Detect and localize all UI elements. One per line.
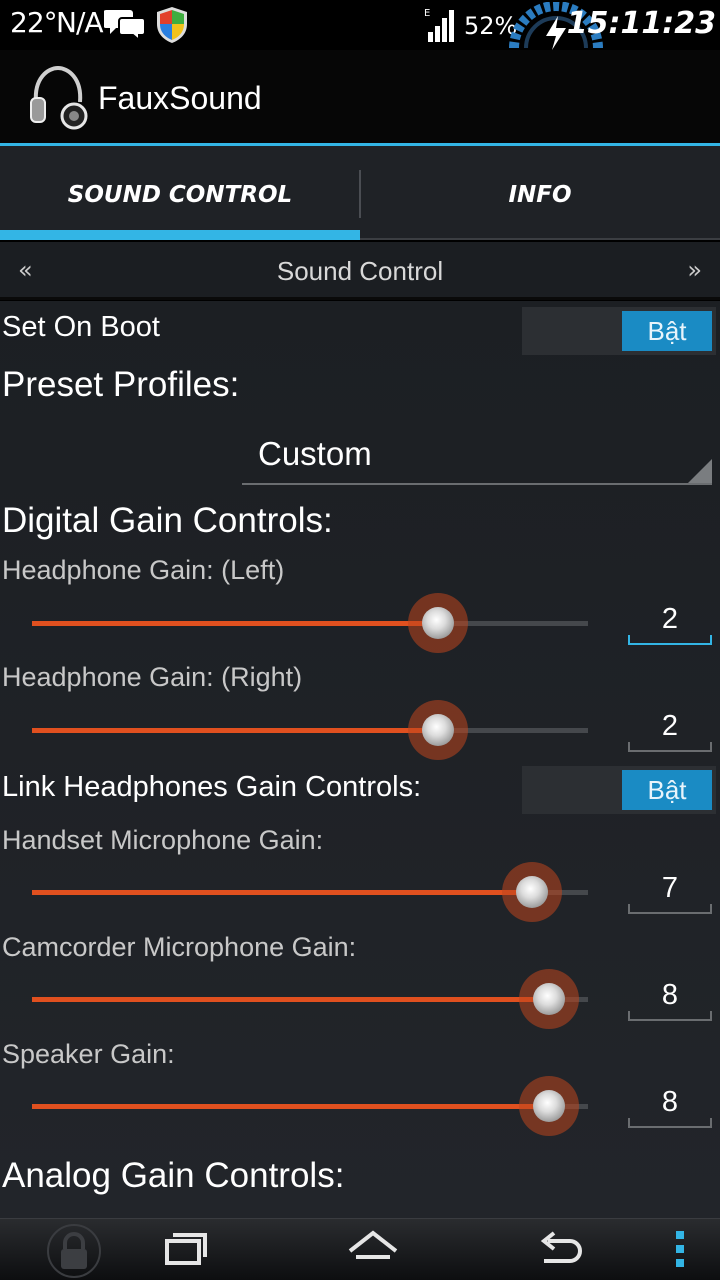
navigation-bar (0, 1218, 720, 1280)
analog-gain-heading: Analog Gain Controls: (2, 1156, 345, 1195)
slider-fill (32, 890, 532, 895)
headphone-left-value[interactable]: 2 (628, 599, 712, 645)
slider-fill (32, 621, 438, 626)
slider-fill (32, 1104, 549, 1109)
set-on-boot-toggle-on: Bật (622, 311, 712, 351)
spinner-arrow-icon (688, 459, 712, 483)
tab-bar: SOUND CONTROL INFO (0, 146, 720, 240)
set-on-boot-label: Set On Boot (2, 311, 160, 343)
status-clock: 15:11:23 (566, 6, 716, 41)
slider-thumb[interactable] (519, 969, 579, 1029)
set-on-boot-toggle[interactable]: Bật (522, 307, 716, 355)
status-bar: 22° N/A E 52% 15:11:23 (0, 0, 720, 50)
tab-info[interactable]: INFO (360, 146, 720, 240)
pager-next-arrow[interactable]: » (687, 256, 702, 284)
link-headphones-toggle-on: Bật (622, 770, 712, 810)
pager-title-strip: « Sound Control » (0, 242, 720, 300)
signal-icon: E (424, 8, 454, 42)
headphone-left-slider[interactable] (32, 590, 588, 656)
slider-thumb[interactable] (408, 593, 468, 653)
slider-fill (32, 997, 549, 1002)
preset-profiles-label: Preset Profiles: (2, 365, 240, 404)
handset-mic-label: Handset Microphone Gain: (2, 825, 324, 855)
digital-gain-heading: Digital Gain Controls: (2, 501, 333, 540)
sound-control-page[interactable]: Set On Boot Bật Preset Profiles: Custom … (0, 301, 720, 1218)
headphone-right-label: Headphone Gain: (Right) (2, 662, 303, 692)
headphones-icon[interactable] (26, 64, 90, 130)
action-bar: FauxSound (0, 50, 720, 143)
camcorder-mic-label: Camcorder Microphone Gain: (2, 932, 357, 962)
lock-icon[interactable] (44, 1223, 104, 1279)
camcorder-mic-value[interactable]: 8 (628, 975, 712, 1021)
tab-selected-indicator (0, 230, 360, 240)
handset-mic-value[interactable]: 7 (628, 868, 712, 914)
headphone-right-slider[interactable] (32, 697, 588, 763)
slider-thumb[interactable] (408, 700, 468, 760)
slider-fill (32, 728, 438, 733)
pager-title: Sound Control (276, 256, 444, 286)
chat-bubbles-icon (104, 10, 146, 42)
slider-thumb[interactable] (502, 862, 562, 922)
svg-text:E: E (424, 8, 430, 19)
app-title: FauxSound (98, 80, 262, 116)
speaker-gain-label: Speaker Gain: (2, 1039, 175, 1069)
speaker-gain-value[interactable]: 8 (628, 1082, 712, 1128)
link-headphones-label: Link Headphones Gain Controls: (2, 771, 422, 803)
back-icon[interactable] (534, 1227, 584, 1271)
preset-profiles-spinner[interactable]: Custom (242, 427, 712, 485)
shield-icon (157, 7, 187, 43)
status-temperature: 22° (10, 6, 58, 39)
slider-thumb[interactable] (519, 1076, 579, 1136)
overflow-menu-icon[interactable] (670, 1227, 690, 1271)
handset-mic-slider[interactable] (32, 859, 588, 925)
headphone-left-label: Headphone Gain: (Left) (2, 555, 285, 585)
preset-profiles-value: Custom (258, 435, 372, 472)
link-headphones-toggle[interactable]: Bật (522, 766, 716, 814)
camcorder-mic-slider[interactable] (32, 966, 588, 1032)
headphone-right-value[interactable]: 2 (628, 706, 712, 752)
status-network: N/A (56, 6, 104, 39)
home-icon[interactable] (346, 1227, 400, 1271)
recent-apps-icon[interactable] (160, 1227, 210, 1271)
speaker-gain-slider[interactable] (32, 1073, 588, 1139)
tab-sound-control[interactable]: SOUND CONTROL (0, 146, 360, 240)
